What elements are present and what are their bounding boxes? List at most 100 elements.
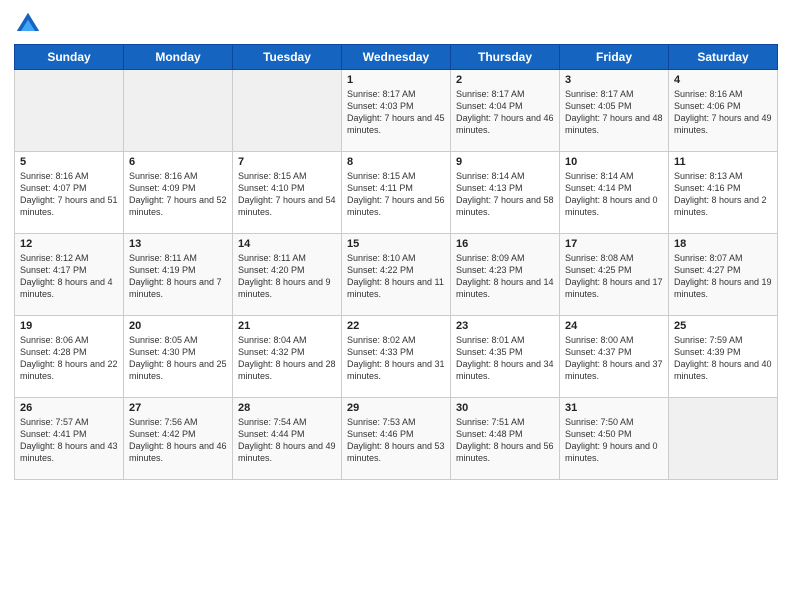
day-of-week-saturday: Saturday bbox=[669, 45, 778, 70]
cell-content: Sunrise: 7:54 AM Sunset: 4:44 PM Dayligh… bbox=[238, 416, 336, 465]
day-of-week-sunday: Sunday bbox=[15, 45, 124, 70]
calendar-cell: 7 Sunrise: 8:15 AM Sunset: 4:10 PM Daylig… bbox=[233, 152, 342, 234]
cell-content: Sunrise: 8:17 AM Sunset: 4:04 PM Dayligh… bbox=[456, 88, 554, 137]
day-number: 2 bbox=[456, 74, 554, 86]
calendar-cell: 1Sunrise: 8:17 AM Sunset: 4:03 PM Daylig… bbox=[342, 70, 451, 152]
day-number: 5 bbox=[20, 156, 118, 168]
day-number: 4 bbox=[674, 74, 772, 86]
day-number: 12 bbox=[20, 238, 118, 250]
calendar-cell: 2 Sunrise: 8:17 AM Sunset: 4:04 PM Daylig… bbox=[451, 70, 560, 152]
calendar-cell: 10 Sunrise: 8:14 AM Sunset: 4:14 PM Dayli… bbox=[560, 152, 669, 234]
cell-content: Sunrise: 7:53 AM Sunset: 4:46 PM Dayligh… bbox=[347, 416, 445, 465]
cell-content: Sunrise: 8:17 AM Sunset: 4:05 PM Dayligh… bbox=[565, 88, 663, 137]
cell-content: Sunrise: 8:15 AM Sunset: 4:11 PM Dayligh… bbox=[347, 170, 445, 219]
day-number: 23 bbox=[456, 320, 554, 332]
cell-content: Sunrise: 8:16 AM Sunset: 4:07 PM Dayligh… bbox=[20, 170, 118, 219]
day-number: 13 bbox=[129, 238, 227, 250]
calendar-cell: 3 Sunrise: 8:17 AM Sunset: 4:05 PM Daylig… bbox=[560, 70, 669, 152]
day-number: 14 bbox=[238, 238, 336, 250]
day-number: 22 bbox=[347, 320, 445, 332]
calendar-header: SundayMondayTuesdayWednesdayThursdayFrid… bbox=[15, 45, 778, 70]
cell-content: Sunrise: 7:56 AM Sunset: 4:42 PM Dayligh… bbox=[129, 416, 227, 465]
day-number: 3 bbox=[565, 74, 663, 86]
day-number: 8 bbox=[347, 156, 445, 168]
cell-content: Sunrise: 8:09 AM Sunset: 4:23 PM Dayligh… bbox=[456, 252, 554, 301]
day-number: 10 bbox=[565, 156, 663, 168]
cell-content: Sunrise: 8:07 AM Sunset: 4:27 PM Dayligh… bbox=[674, 252, 772, 301]
calendar-cell: 8 Sunrise: 8:15 AM Sunset: 4:11 PM Daylig… bbox=[342, 152, 451, 234]
cell-content: Sunrise: 8:06 AM Sunset: 4:28 PM Dayligh… bbox=[20, 334, 118, 383]
calendar-cell: 18 Sunrise: 8:07 AM Sunset: 4:27 PM Dayli… bbox=[669, 234, 778, 316]
day-number: 18 bbox=[674, 238, 772, 250]
day-of-week-monday: Monday bbox=[124, 45, 233, 70]
day-number: 11 bbox=[674, 156, 772, 168]
header-row: SundayMondayTuesdayWednesdayThursdayFrid… bbox=[15, 45, 778, 70]
day-number: 7 bbox=[238, 156, 336, 168]
calendar-week-4: 19 Sunrise: 8:06 AM Sunset: 4:28 PM Dayli… bbox=[15, 316, 778, 398]
calendar-cell: 23 Sunrise: 8:01 AM Sunset: 4:35 PM Dayli… bbox=[451, 316, 560, 398]
cell-content: Sunrise: 8:14 AM Sunset: 4:13 PM Dayligh… bbox=[456, 170, 554, 219]
calendar-cell: 30Sunrise: 7:51 AM Sunset: 4:48 PM Dayli… bbox=[451, 398, 560, 480]
day-number: 21 bbox=[238, 320, 336, 332]
cell-content: Sunrise: 8:15 AM Sunset: 4:10 PM Dayligh… bbox=[238, 170, 336, 219]
day-of-week-tuesday: Tuesday bbox=[233, 45, 342, 70]
calendar-cell bbox=[15, 70, 124, 152]
calendar-cell: 20 Sunrise: 8:05 AM Sunset: 4:30 PM Dayli… bbox=[124, 316, 233, 398]
logo bbox=[14, 10, 46, 38]
cell-content: Sunrise: 8:05 AM Sunset: 4:30 PM Dayligh… bbox=[129, 334, 227, 383]
calendar-cell: 12 Sunrise: 8:12 AM Sunset: 4:17 PM Dayli… bbox=[15, 234, 124, 316]
cell-content: Sunrise: 8:00 AM Sunset: 4:37 PM Dayligh… bbox=[565, 334, 663, 383]
cell-content: Sunrise: 7:59 AM Sunset: 4:39 PM Dayligh… bbox=[674, 334, 772, 383]
day-number: 9 bbox=[456, 156, 554, 168]
day-number: 16 bbox=[456, 238, 554, 250]
day-of-week-friday: Friday bbox=[560, 45, 669, 70]
day-number: 6 bbox=[129, 156, 227, 168]
day-number: 26 bbox=[20, 402, 118, 414]
calendar-cell bbox=[669, 398, 778, 480]
cell-content: Sunrise: 8:04 AM Sunset: 4:32 PM Dayligh… bbox=[238, 334, 336, 383]
cell-content: Sunrise: 8:02 AM Sunset: 4:33 PM Dayligh… bbox=[347, 334, 445, 383]
day-of-week-wednesday: Wednesday bbox=[342, 45, 451, 70]
calendar-cell: 31Sunrise: 7:50 AM Sunset: 4:50 PM Dayli… bbox=[560, 398, 669, 480]
calendar-cell: 16 Sunrise: 8:09 AM Sunset: 4:23 PM Dayli… bbox=[451, 234, 560, 316]
cell-content: Sunrise: 8:17 AM Sunset: 4:03 PM Dayligh… bbox=[347, 88, 445, 137]
day-number: 29 bbox=[347, 402, 445, 414]
day-number: 27 bbox=[129, 402, 227, 414]
calendar-cell: 22 Sunrise: 8:02 AM Sunset: 4:33 PM Dayli… bbox=[342, 316, 451, 398]
calendar-cell: 15Sunrise: 8:10 AM Sunset: 4:22 PM Dayli… bbox=[342, 234, 451, 316]
cell-content: Sunrise: 8:11 AM Sunset: 4:19 PM Dayligh… bbox=[129, 252, 227, 301]
calendar-cell: 26Sunrise: 7:57 AM Sunset: 4:41 PM Dayli… bbox=[15, 398, 124, 480]
day-number: 28 bbox=[238, 402, 336, 414]
calendar-week-1: 1Sunrise: 8:17 AM Sunset: 4:03 PM Daylig… bbox=[15, 70, 778, 152]
calendar-cell bbox=[124, 70, 233, 152]
calendar-week-2: 5 Sunrise: 8:16 AM Sunset: 4:07 PM Daylig… bbox=[15, 152, 778, 234]
day-number: 30 bbox=[456, 402, 554, 414]
cell-content: Sunrise: 8:01 AM Sunset: 4:35 PM Dayligh… bbox=[456, 334, 554, 383]
calendar-week-3: 12 Sunrise: 8:12 AM Sunset: 4:17 PM Dayli… bbox=[15, 234, 778, 316]
cell-content: Sunrise: 8:12 AM Sunset: 4:17 PM Dayligh… bbox=[20, 252, 118, 301]
cell-content: Sunrise: 8:16 AM Sunset: 4:06 PM Dayligh… bbox=[674, 88, 772, 137]
day-number: 25 bbox=[674, 320, 772, 332]
calendar-cell: 19 Sunrise: 8:06 AM Sunset: 4:28 PM Dayli… bbox=[15, 316, 124, 398]
calendar-cell bbox=[233, 70, 342, 152]
cell-content: Sunrise: 8:16 AM Sunset: 4:09 PM Dayligh… bbox=[129, 170, 227, 219]
day-number: 15 bbox=[347, 238, 445, 250]
calendar-cell: 14Sunrise: 8:11 AM Sunset: 4:20 PM Dayli… bbox=[233, 234, 342, 316]
calendar-week-5: 26Sunrise: 7:57 AM Sunset: 4:41 PM Dayli… bbox=[15, 398, 778, 480]
calendar-cell: 13 Sunrise: 8:11 AM Sunset: 4:19 PM Dayli… bbox=[124, 234, 233, 316]
calendar-cell: 11Sunrise: 8:13 AM Sunset: 4:16 PM Dayli… bbox=[669, 152, 778, 234]
calendar-cell: 27 Sunrise: 7:56 AM Sunset: 4:42 PM Dayli… bbox=[124, 398, 233, 480]
calendar-cell: 29 Sunrise: 7:53 AM Sunset: 4:46 PM Dayli… bbox=[342, 398, 451, 480]
calendar-cell: 4 Sunrise: 8:16 AM Sunset: 4:06 PM Daylig… bbox=[669, 70, 778, 152]
cell-content: Sunrise: 8:14 AM Sunset: 4:14 PM Dayligh… bbox=[565, 170, 663, 219]
calendar-cell: 9 Sunrise: 8:14 AM Sunset: 4:13 PM Daylig… bbox=[451, 152, 560, 234]
calendar-cell: 24Sunrise: 8:00 AM Sunset: 4:37 PM Dayli… bbox=[560, 316, 669, 398]
calendar-cell: 25 Sunrise: 7:59 AM Sunset: 4:39 PM Dayli… bbox=[669, 316, 778, 398]
calendar-cell: 28 Sunrise: 7:54 AM Sunset: 4:44 PM Dayli… bbox=[233, 398, 342, 480]
calendar-cell: 6 Sunrise: 8:16 AM Sunset: 4:09 PM Daylig… bbox=[124, 152, 233, 234]
header bbox=[14, 10, 778, 38]
day-of-week-thursday: Thursday bbox=[451, 45, 560, 70]
day-number: 19 bbox=[20, 320, 118, 332]
day-number: 20 bbox=[129, 320, 227, 332]
calendar-cell: 5 Sunrise: 8:16 AM Sunset: 4:07 PM Daylig… bbox=[15, 152, 124, 234]
